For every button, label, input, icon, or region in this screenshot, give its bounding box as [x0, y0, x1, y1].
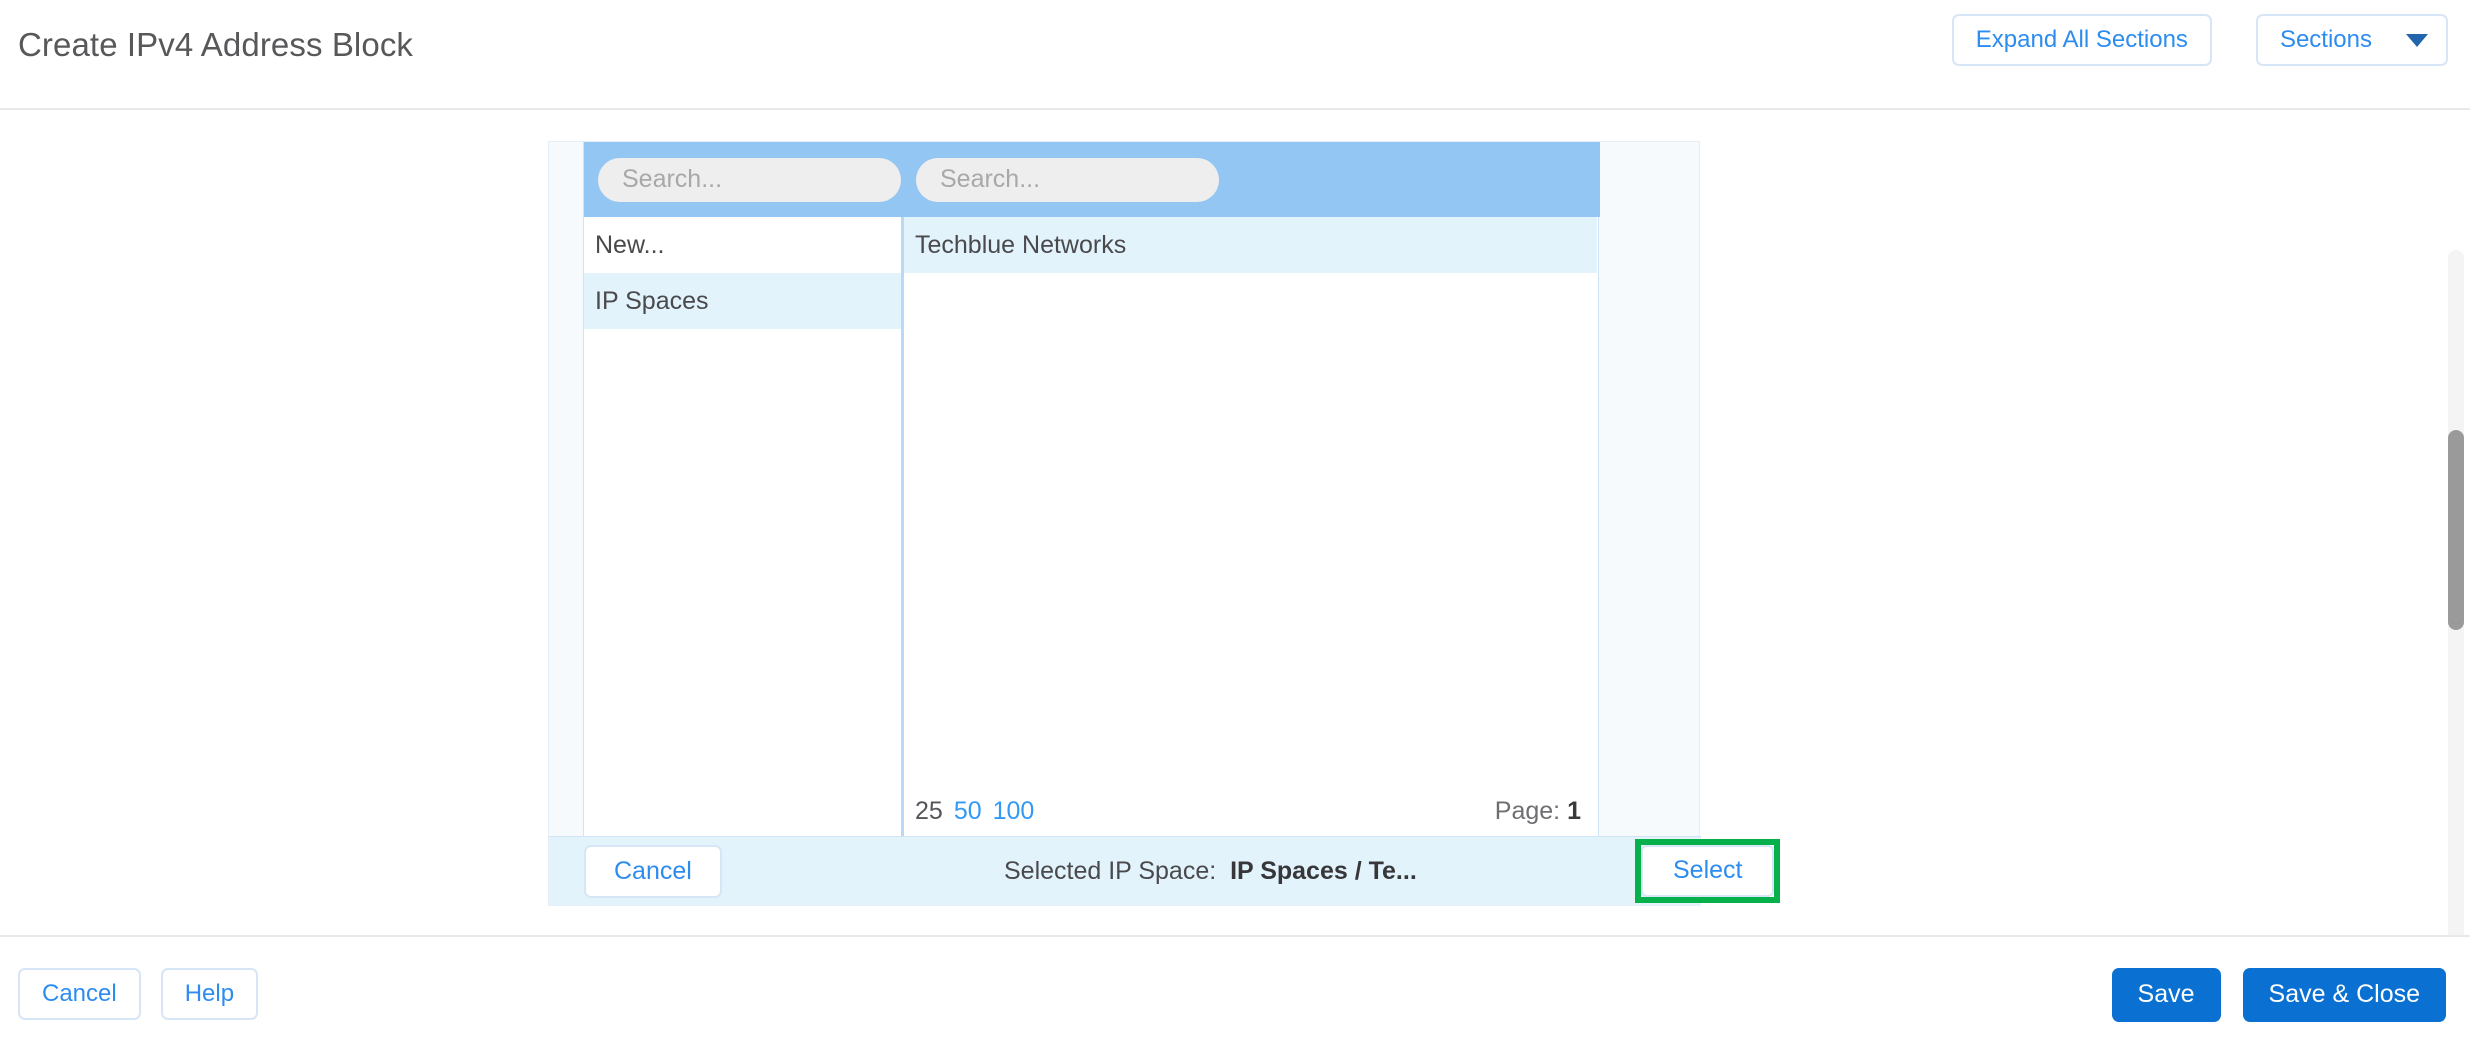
save-and-close-button[interactable]: Save & Close — [2242, 968, 2446, 1022]
form-body: New... IP Spaces Techblue Networks 25 50… — [0, 110, 2470, 1030]
page-size-50[interactable]: 50 — [954, 797, 982, 826]
select-button-highlight: Select — [1635, 839, 1781, 903]
left-list-column: New... IP Spaces — [584, 217, 904, 838]
form-secondary-actions: Cancel Help — [18, 968, 259, 1021]
form-primary-actions: Save Save & Close — [2111, 968, 2446, 1022]
page-scrollbar-thumb[interactable] — [2448, 430, 2464, 630]
picker-cancel-button[interactable]: Cancel — [584, 844, 722, 898]
chevron-down-icon — [2406, 33, 2428, 47]
save-button[interactable]: Save — [2111, 968, 2221, 1022]
left-search-input[interactable] — [598, 157, 901, 202]
list-item[interactable]: IP Spaces — [584, 273, 901, 329]
page-title: Create IPv4 Address Block — [18, 26, 414, 63]
page-size-100[interactable]: 100 — [993, 797, 1035, 826]
selected-ip-space-text: Selected IP Space: IP Spaces / Te... — [1004, 857, 1417, 886]
app-window: Create IPv4 Address Block Expand All Sec… — [0, 0, 2470, 1054]
ip-space-picker-dialog: New... IP Spaces Techblue Networks 25 50… — [548, 141, 1781, 906]
selected-ip-space-value: IP Spaces / Te... — [1230, 856, 1417, 885]
pagination-bar: 25 50 100 Page: 1 — [904, 784, 1597, 838]
picker-select-button[interactable]: Select — [1641, 845, 1775, 897]
picker-footer: Cancel Selected IP Space: IP Spaces / Te… — [549, 836, 1781, 905]
sections-dropdown-button[interactable]: Sections — [2255, 14, 2448, 67]
picker-columns: New... IP Spaces Techblue Networks 25 50… — [584, 217, 1600, 838]
page-header: Create IPv4 Address Block Expand All Sec… — [0, 0, 2470, 110]
list-item[interactable]: New... — [584, 217, 901, 273]
expand-all-sections-button[interactable]: Expand All Sections — [1951, 14, 2212, 67]
selected-ip-space-label: Selected IP Space: — [1004, 856, 1217, 885]
help-button[interactable]: Help — [160, 968, 259, 1021]
page-indicator-number: 1 — [1567, 796, 1581, 825]
page-scrollbar[interactable] — [2448, 250, 2464, 1030]
right-list-column: Techblue Networks 25 50 100 Page: 1 — [904, 217, 1597, 838]
list-item[interactable]: Techblue Networks — [904, 217, 1597, 273]
cancel-button[interactable]: Cancel — [18, 968, 141, 1021]
page-indicator: Page: 1 — [1495, 797, 1581, 826]
page-indicator-label: Page: — [1494, 796, 1561, 825]
form-action-bar: Cancel Help Save Save & Close — [0, 935, 2470, 1054]
picker-content: New... IP Spaces Techblue Networks 25 50… — [583, 142, 1600, 838]
page-size-25[interactable]: 25 — [915, 797, 943, 826]
sections-dropdown-label: Sections — [2279, 26, 2372, 53]
right-search-input[interactable] — [916, 157, 1219, 202]
picker-search-band — [584, 142, 1600, 217]
page-size-selector: 25 50 100 — [915, 797, 1034, 826]
header-actions: Expand All Sections Sections — [1951, 14, 2448, 67]
